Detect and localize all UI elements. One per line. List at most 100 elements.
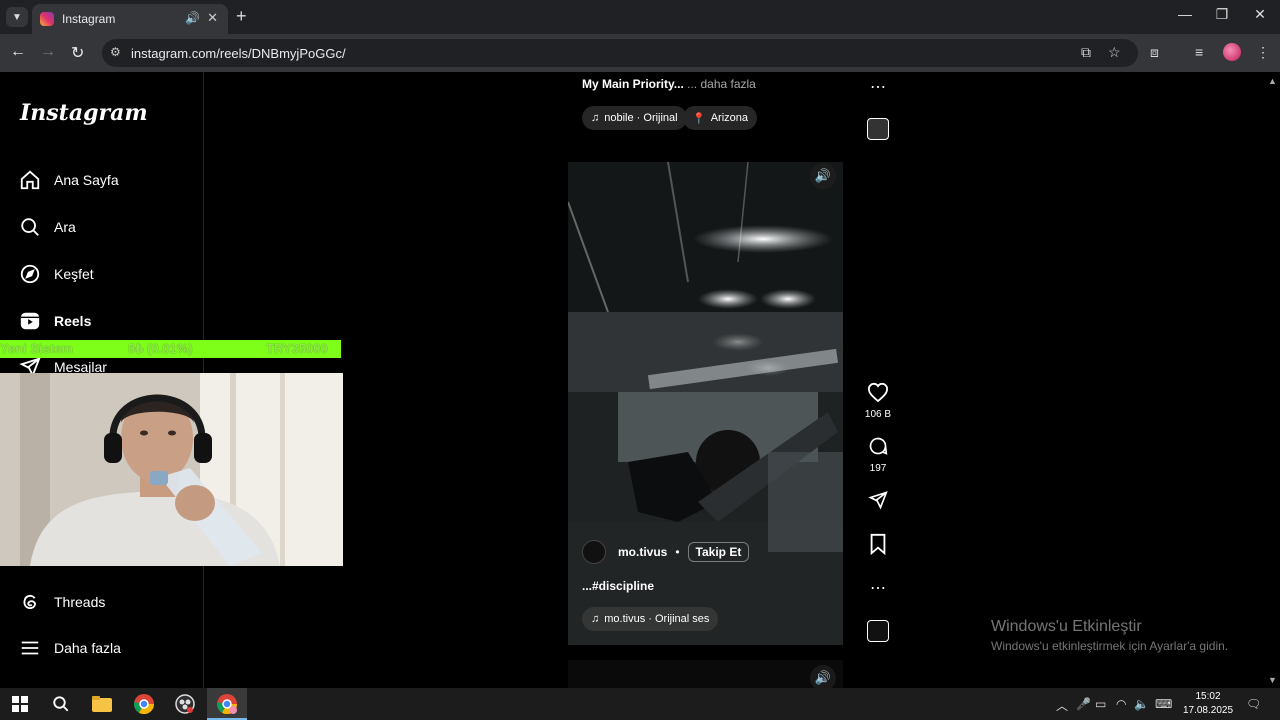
prev-reel-more-link[interactable]: ... daha fazla — [687, 77, 756, 91]
chrome-icon[interactable] — [132, 692, 156, 716]
prev-more-options-icon[interactable]: ⋯ — [863, 77, 893, 97]
clock-time: 15:02 — [1195, 691, 1221, 702]
reel-audio-text: mo.tivus · Orijinal ses — [604, 613, 710, 625]
obs-studio-icon[interactable] — [173, 692, 197, 716]
save-button[interactable] — [863, 533, 893, 560]
url-text[interactable]: instagram.com/reels/DNBmyjPoGGc/ — [131, 46, 346, 61]
search-icon — [18, 215, 42, 239]
instagram-logo[interactable]: Instagram — [20, 100, 148, 126]
ticker-change: 5₺ (0.01%) — [128, 341, 193, 356]
address-bar[interactable]: ⚙ instagram.com/reels/DNBmyjPoGGc/ — [102, 39, 1138, 67]
speaker-icon: 🔊 — [814, 670, 832, 685]
comment-icon — [869, 437, 888, 455]
reel-caption[interactable]: ...#discipline — [582, 579, 654, 593]
scroll-up-arrow-icon[interactable]: ▲ — [1268, 76, 1277, 86]
close-window-button[interactable]: ✕ — [1250, 6, 1270, 23]
prev-audio-thumbnail[interactable] — [867, 118, 889, 140]
reel-author-row: mo.tivus • Takip Et — [582, 540, 750, 564]
speaker-icon: 🔊 — [814, 168, 832, 183]
windows-start-icon[interactable] — [8, 692, 32, 716]
extensions-icon[interactable]: ⧈ — [1150, 44, 1159, 61]
location-pin-icon: 📍 — [692, 112, 706, 125]
taskbar-clock[interactable]: 15:02 17.08.2025 — [1180, 690, 1236, 718]
back-arrow-icon[interactable]: ← — [10, 43, 26, 61]
prev-reel-audio-text: nobile · Orijinal — [604, 112, 678, 124]
sidebar-item-explore[interactable]: Keşfet — [18, 260, 94, 288]
scroll-down-arrow-icon[interactable]: ▼ — [1268, 675, 1277, 685]
music-note-icon: ♫ — [591, 613, 600, 625]
bookmark-icon — [870, 533, 886, 556]
tab-audio-icon[interactable]: 🔊 — [185, 11, 200, 25]
prev-reel-location-text: Arizona — [710, 112, 748, 124]
audio-thumbnail[interactable] — [867, 620, 889, 642]
sidebar-item-label: Ana Sayfa — [54, 172, 119, 188]
sidebar-item-reels[interactable]: Reels — [18, 307, 91, 335]
chrome-menu-icon[interactable]: ⋮ — [1256, 44, 1270, 61]
author-username[interactable]: mo.tivus — [618, 545, 667, 559]
like-count: 106 B — [864, 409, 892, 420]
prev-reel-audio-pill[interactable]: ♫ nobile · Orijinal — [582, 106, 687, 130]
stock-ticker-overlay: Yeni Sistem 5₺ (0.01%) TRY35000 — [0, 340, 341, 358]
like-button[interactable]: 106 B — [863, 382, 893, 420]
reel-audio-pill[interactable]: ♫ mo.tivus · Orijinal ses — [582, 607, 719, 631]
windows-taskbar: ︿ 🎤 ▭ ◠ 🔈 ⌨ 15:02 17.08.2025 🗨 — [0, 688, 1280, 720]
reels-icon — [18, 309, 42, 333]
watermark-subtitle: Windows'u etkinleştirmek için Ayarlar'a … — [991, 639, 1229, 653]
windows-activation-watermark: Windows'u Etkinleştir Windows'u etkinleş… — [991, 618, 1228, 653]
notifications-icon[interactable]: 🗨 — [1246, 697, 1261, 711]
watermark-title: Windows'u Etkinleştir — [991, 618, 1142, 635]
author-avatar[interactable] — [582, 540, 606, 564]
site-info-icon[interactable]: ⚙ — [110, 45, 121, 59]
prev-reel-location-pill[interactable]: 📍 Arizona — [683, 106, 757, 130]
battery-icon[interactable]: ▭ — [1095, 697, 1106, 711]
minimize-button[interactable]: — — [1175, 6, 1195, 22]
home-icon — [18, 168, 42, 192]
media-control-icon[interactable]: ≡ — [1195, 44, 1203, 60]
taskbar-search-icon[interactable] — [49, 692, 73, 716]
sidebar-item-label: Reels — [54, 313, 92, 329]
microphone-icon[interactable]: 🎤 — [1076, 697, 1091, 711]
sidebar-item-search[interactable]: Ara — [18, 213, 76, 241]
webcam-person-image — [0, 373, 343, 566]
heart-icon — [867, 382, 889, 403]
sidebar-item-label: Keşfet — [54, 266, 94, 282]
tab-title: Instagram — [62, 12, 116, 26]
mute-toggle-button[interactable]: 🔊 — [810, 163, 836, 189]
reload-icon[interactable]: ↻ — [71, 43, 84, 63]
new-tab-button[interactable]: + — [236, 6, 247, 27]
browser-toolbar: ← → ↻ ⚙ instagram.com/reels/DNBmyjPoGGc/… — [0, 34, 1280, 72]
tray-chevron-up-icon[interactable]: ︿ — [1056, 697, 1068, 714]
threads-icon — [18, 590, 42, 614]
menu-icon — [18, 636, 42, 660]
profile-avatar[interactable] — [1223, 43, 1241, 61]
wifi-icon[interactable]: ◠ — [1116, 697, 1126, 711]
share-button[interactable] — [863, 490, 893, 515]
browser-tab[interactable]: Instagram 🔊 ✕ — [32, 4, 228, 34]
prev-reel-caption-text: My Main Priority... — [582, 77, 688, 91]
keyboard-icon[interactable]: ⌨ — [1155, 697, 1172, 711]
send-icon — [868, 491, 888, 510]
forward-arrow-icon[interactable]: → — [40, 43, 56, 61]
next-reel-video[interactable] — [568, 660, 843, 688]
browser-tab-bar: ▼ Instagram 🔊 ✕ + — ❐ ✕ — [0, 0, 1280, 34]
comment-button[interactable]: 197 — [863, 436, 893, 474]
maximize-button[interactable]: ❐ — [1212, 6, 1232, 23]
sidebar-item-label: Threads — [54, 594, 106, 610]
taskbar-active-app[interactable] — [207, 688, 247, 720]
tab-close-button[interactable]: ✕ — [207, 10, 218, 26]
sidebar-item-home[interactable]: Ana Sayfa — [18, 166, 119, 194]
reel-video[interactable] — [568, 162, 843, 645]
prev-reel-caption: My Main Priority... ... daha fazla — [582, 77, 756, 91]
more-options-icon[interactable]: ⋯ — [863, 578, 893, 598]
tab-search-button[interactable]: ▼ — [6, 7, 28, 27]
install-app-icon[interactable]: ⧉ — [1081, 44, 1091, 61]
ticker-name: Yeni Sistem — [0, 341, 73, 356]
follow-button[interactable]: Takip Et — [687, 542, 750, 562]
bookmark-star-icon[interactable]: ☆ — [1108, 44, 1121, 61]
sidebar-item-more[interactable]: Daha fazla — [18, 634, 121, 662]
music-note-icon: ♫ — [591, 112, 600, 124]
chrome-profile-icon — [216, 694, 238, 719]
volume-icon[interactable]: 🔈 — [1134, 697, 1149, 711]
file-explorer-icon[interactable] — [90, 692, 114, 716]
sidebar-item-threads[interactable]: Threads — [18, 588, 105, 616]
